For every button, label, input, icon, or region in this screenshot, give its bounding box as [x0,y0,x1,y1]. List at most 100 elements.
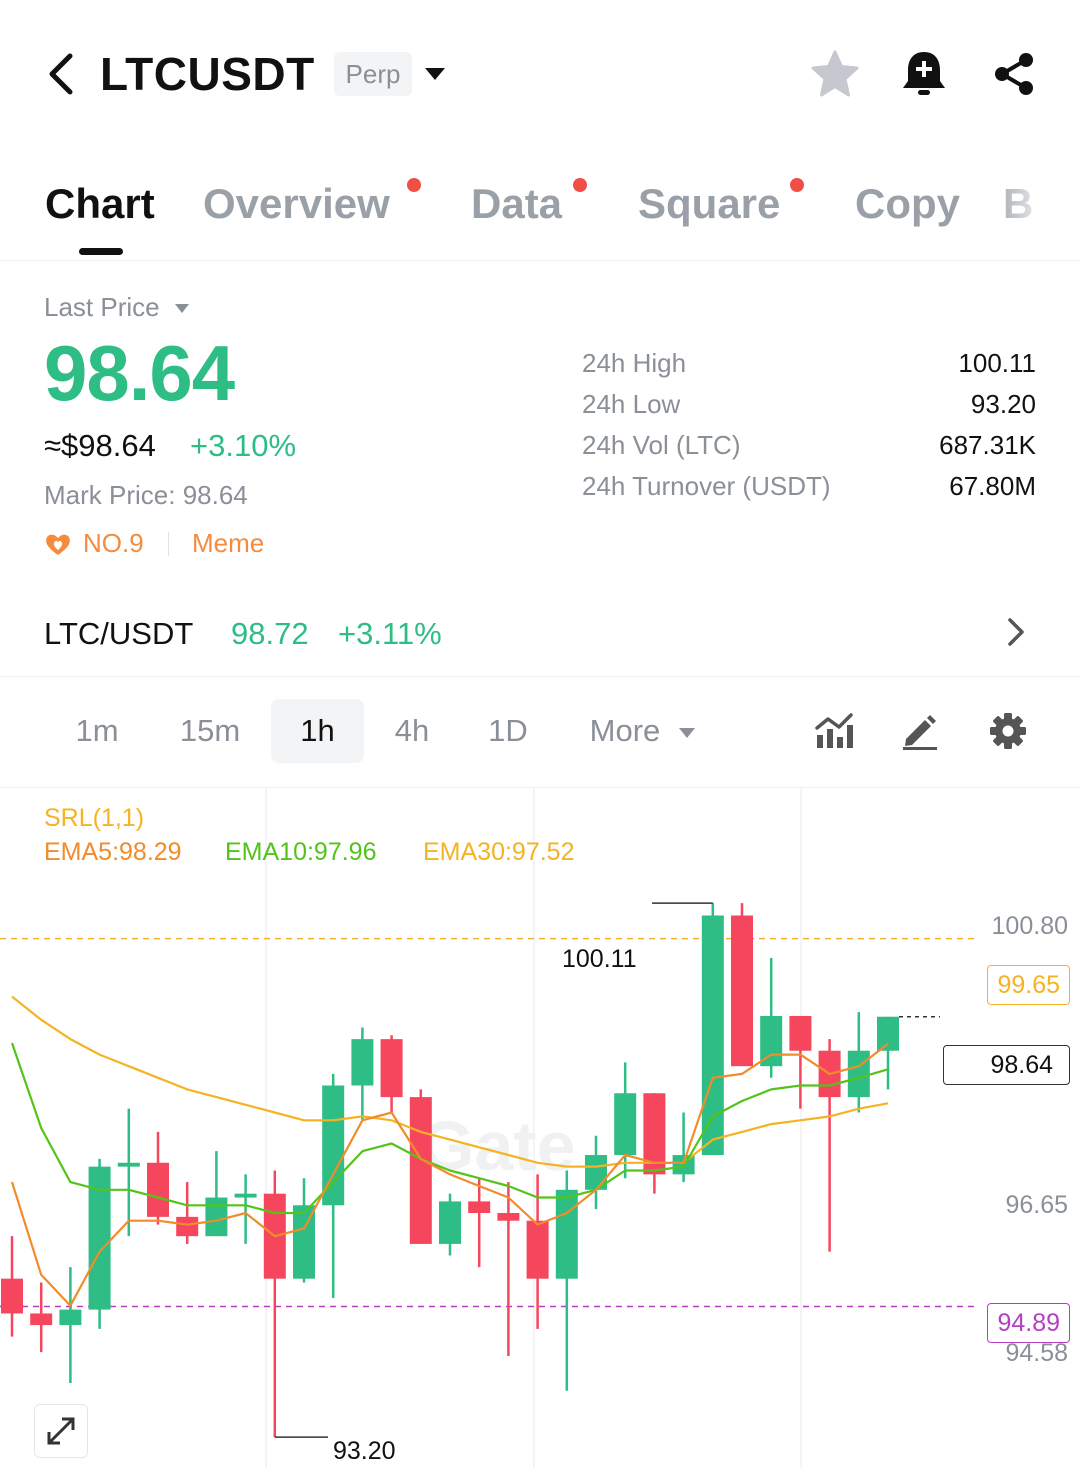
back-arrow-icon[interactable] [44,50,84,98]
candle-body [1,1278,23,1314]
interval-toolbar: 1m 15m 1h 4h 1D More [0,677,1080,788]
srl-low-price-tag: 94.89 [987,1303,1070,1343]
low-marker-label: 93.20 [333,1437,396,1465]
share-icon[interactable] [988,48,1040,100]
stat-value: 100.11 [958,348,1036,378]
srl-indicator-label[interactable]: SRL(1,1) [44,804,144,833]
stat-label: 24h Low [582,389,681,419]
spot-pair-price: 98.72 [231,616,309,651]
stat-value: 67.80M [949,471,1036,501]
header-bar: LTCUSDT Perp [0,0,1080,150]
contract-type-badge[interactable]: Perp [334,52,412,96]
stat-row: 24h Turnover (USDT) 67.80M [582,467,1036,508]
candle-body [380,1039,403,1098]
spot-pair-change: +3.11% [338,616,442,651]
candle-body [30,1313,53,1326]
price-change-percent: +3.10% [190,428,297,463]
candle-body [205,1197,228,1237]
stat-row: 24h High 100.11 [582,344,1036,385]
mark-price: Mark Price: 98.64 [44,480,248,511]
rank-divider [168,532,169,556]
ema30-label[interactable]: EMA30:97.52 [423,838,575,867]
candlestick-chart[interactable]: Gate SRL(1,1) EMA5:98.29 EMA10:97.96 EMA… [0,788,1080,1468]
draw-pen-icon[interactable] [900,711,940,751]
settings-gear-icon[interactable] [988,711,1028,751]
last-price-label[interactable]: Last Price [44,292,160,323]
stat-label: 24h High [582,348,687,378]
rank-badge[interactable]: NO.9 [83,528,144,559]
candle-body [701,915,724,1156]
current-price-tag[interactable]: 98.64 [943,1045,1070,1085]
star-icon[interactable] [809,48,861,100]
usd-value: ≈$98.64 [44,428,156,463]
y-axis-label: 96.65 [1005,1191,1068,1219]
tab-data-notification-dot [573,178,587,192]
ema5-label[interactable]: EMA5:98.29 [44,838,182,867]
fullscreen-button[interactable] [34,1404,88,1458]
chart-canvas[interactable]: Gate [0,788,1080,1468]
stat-row: 24h Low 93.20 [582,385,1036,426]
candle-body [147,1162,169,1217]
expand-icon [47,1417,75,1445]
bell-plus-icon[interactable] [898,48,950,100]
ema10-label[interactable]: EMA10:97.96 [225,838,377,867]
tabs-fade [990,170,1080,250]
srl-high-price-tag: 99.65 [987,965,1070,1005]
candle-body [789,1015,812,1051]
spot-pair-row[interactable]: LTC/USDT 98.72 +3.11% [0,596,1080,677]
interval-more[interactable]: More [582,699,668,763]
tab-chart[interactable]: Chart [45,178,155,230]
candle-body [234,1193,257,1198]
tab-overview[interactable]: Overview [203,178,390,230]
tab-square[interactable]: Square [638,178,780,230]
candle-body [409,1097,432,1244]
candle-body [59,1309,82,1326]
candle-body [468,1201,491,1213]
chevron-right-icon[interactable] [1004,614,1028,650]
candle-body [497,1213,520,1221]
interval-1d[interactable]: 1D [474,699,542,763]
candle-body [731,915,753,1067]
candle-body [176,1216,199,1237]
candle-body [117,1162,140,1167]
stats-panel: 24h High 100.11 24h Low 93.20 24h Vol (LTC… [582,344,1036,508]
last-price-value: 98.64 [44,329,235,417]
candle-body [614,1093,637,1156]
interval-15m[interactable]: 15m [165,699,255,763]
tab-overview-notification-dot [407,178,421,192]
stat-label: 24h Turnover (USDT) [582,471,831,501]
interval-more-dropdown-icon[interactable] [679,728,695,738]
mark-price-label: Mark Price: [44,480,176,510]
last-price-dropdown-icon[interactable] [175,304,189,313]
high-marker-label: 100.11 [562,945,637,973]
candle-body [877,1016,899,1051]
y-axis-label: 94.58 [1005,1339,1068,1367]
tab-copy[interactable]: Copy [855,178,960,230]
chart-watermark: Gate [420,1107,576,1185]
interval-1h[interactable]: 1h [271,699,364,763]
symbol-title[interactable]: LTCUSDT [100,48,315,100]
symbol-dropdown-icon[interactable] [425,68,445,80]
candle-body [351,1039,374,1086]
stat-label: 24h Vol (LTC) [582,430,741,460]
category-tag[interactable]: Meme [192,528,264,559]
main-tabs: Chart Overview Data Square Copy B [0,170,1080,261]
candle-body [526,1220,549,1279]
stat-row: 24h Vol (LTC) 687.31K [582,426,1036,467]
stat-value: 687.31K [939,430,1036,460]
candle-body [847,1050,870,1098]
stat-value: 93.20 [970,389,1036,419]
y-axis-label: 100.80 [991,912,1068,940]
tab-data[interactable]: Data [471,178,562,230]
interval-4h[interactable]: 4h [378,699,446,763]
candle-body [439,1201,461,1244]
candle-body [555,1189,578,1279]
high-low-markers [274,902,940,1438]
mark-price-value: 98.64 [182,480,248,510]
indicator-chart-icon[interactable] [814,711,854,751]
spot-pair-name: LTC/USDT [44,616,194,651]
ema5-line [10,1042,889,1307]
interval-1m[interactable]: 1m [60,699,134,763]
active-tab-indicator [79,248,123,255]
tab-square-notification-dot [790,178,804,192]
